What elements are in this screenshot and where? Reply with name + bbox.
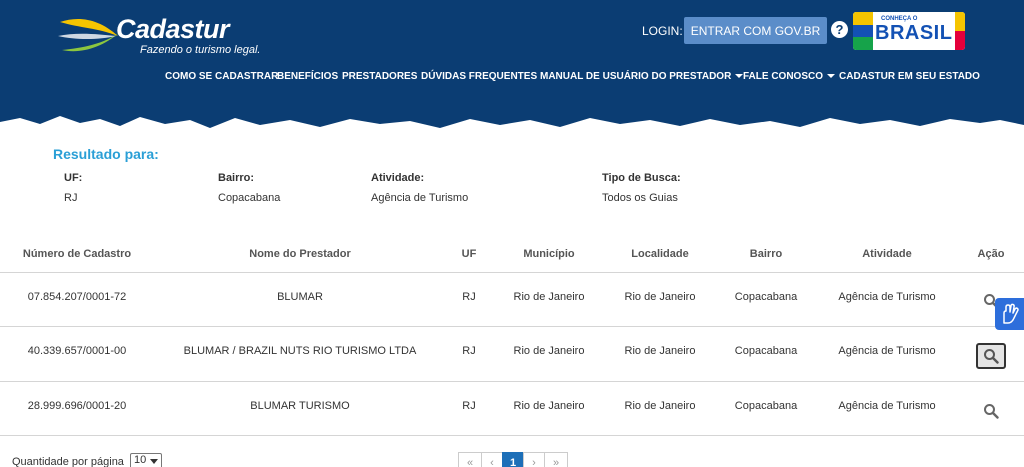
bairro-label: Bairro: xyxy=(218,172,255,184)
uf-label: UF: xyxy=(64,172,83,184)
chevron-down-icon xyxy=(827,74,836,79)
nav-duvidas-frequentes[interactable]: DÚVIDAS FREQUENTES xyxy=(421,71,537,82)
brasil-flag-stripes-right-icon xyxy=(955,12,965,50)
cell-municipio: Rio de Janeiro xyxy=(513,400,585,412)
help-icon[interactable]: ? xyxy=(831,21,848,38)
view-details-button[interactable] xyxy=(976,343,1006,369)
pagination-page-1[interactable]: 1 xyxy=(502,452,524,467)
cell-bairro: Copacabana xyxy=(734,345,798,357)
col-header-acao: Ação xyxy=(977,248,1005,260)
uf-value: RJ xyxy=(64,192,78,204)
nav-cadastur-em-seu-estado[interactable]: CADASTUR EM SEU ESTADO xyxy=(839,71,980,82)
logo-name[interactable]: Cadastur xyxy=(116,14,230,45)
cell-localidade: Rio de Janeiro xyxy=(624,345,696,357)
cell-nome-prestador: BLUMAR / BRAZIL NUTS RIO TURISMO LTDA xyxy=(183,345,417,357)
cell-uf: RJ xyxy=(462,400,476,412)
col-header-atividade[interactable]: Atividade xyxy=(827,248,947,260)
pagination-first-button[interactable]: « xyxy=(458,452,482,467)
pagination-last-button[interactable]: » xyxy=(544,452,568,467)
tipo-busca-label: Tipo de Busca: xyxy=(602,172,681,184)
cell-localidade: Rio de Janeiro xyxy=(624,291,696,303)
atividade-value: Agência de Turismo xyxy=(371,192,469,204)
cell-municipio: Rio de Janeiro xyxy=(513,345,585,357)
per-page-label: Quantidade por página xyxy=(12,456,124,467)
nav-fale-conosco-label: FALE CONOSCO xyxy=(743,71,824,82)
cell-municipio: Rio de Janeiro xyxy=(513,291,585,303)
cell-bairro: Copacabana xyxy=(734,291,798,303)
cell-uf: RJ xyxy=(462,345,476,357)
cell-atividade: Agência de Turismo xyxy=(838,400,936,412)
cell-nome-prestador: BLUMAR xyxy=(277,291,323,303)
atividade-label: Atividade: xyxy=(371,172,425,184)
per-page-select[interactable]: 10 xyxy=(130,453,162,467)
table-divider xyxy=(0,435,1024,436)
col-header-municipio[interactable]: Município xyxy=(505,248,593,260)
result-title: Resultado para: xyxy=(53,146,159,162)
logo-tagline: Fazendo o turismo legal. xyxy=(140,44,261,56)
pagination-prev-button[interactable]: ‹ xyxy=(481,452,503,467)
nav-manual-label: MANUAL DE USUÁRIO DO PRESTADOR xyxy=(540,71,732,82)
pagination-next-button[interactable]: › xyxy=(523,452,545,467)
nav-como-se-cadastrar[interactable]: COMO SE CADASTRAR xyxy=(165,71,278,82)
search-icon xyxy=(984,404,999,419)
cell-numero-cadastro: 07.854.207/0001-72 xyxy=(27,291,127,303)
per-page-value: 10 xyxy=(134,454,147,466)
brasil-big-text: BRASIL xyxy=(875,22,953,44)
table-divider xyxy=(0,381,1024,382)
cell-atividade: Agência de Turismo xyxy=(838,345,936,357)
vlibras-accessibility-button[interactable] xyxy=(995,298,1024,330)
col-header-numero-cadastro[interactable]: Número de Cadastro xyxy=(12,248,142,260)
view-details-button[interactable] xyxy=(976,398,1006,424)
tipo-busca-value: Todos os Guias xyxy=(602,192,678,204)
brasil-flag-stripes-icon xyxy=(853,12,873,50)
nav-manual-dropdown[interactable]: MANUAL DE USUÁRIO DO PRESTADOR xyxy=(540,71,744,82)
site-header: Cadastur Fazendo o turismo legal. LOGIN:… xyxy=(0,0,1024,135)
cell-numero-cadastro: 28.999.696/0001-20 xyxy=(27,400,127,412)
col-header-bairro[interactable]: Bairro xyxy=(725,248,807,260)
cell-nome-prestador: BLUMAR TURISMO xyxy=(250,400,350,412)
col-header-nome-prestador[interactable]: Nome do Prestador xyxy=(200,248,400,260)
govbr-login-button[interactable]: ENTRAR COM GOV.BR xyxy=(684,17,827,44)
chevron-down-icon xyxy=(150,459,158,464)
nav-fale-conosco-dropdown[interactable]: FALE CONOSCO xyxy=(743,71,836,82)
cell-atividade: Agência de Turismo xyxy=(838,291,936,303)
main-nav: COMO SE CADASTRAR BENEFÍCIOS PRESTADORES… xyxy=(0,71,1024,85)
search-icon xyxy=(984,349,999,364)
col-header-localidade[interactable]: Localidade xyxy=(615,248,705,260)
bairro-value: Copacabana xyxy=(218,192,281,204)
login-label: LOGIN: xyxy=(642,24,683,38)
nav-beneficios[interactable]: BENEFÍCIOS xyxy=(277,71,338,82)
cell-localidade: Rio de Janeiro xyxy=(624,400,696,412)
col-header-uf[interactable]: UF xyxy=(452,248,486,260)
table-divider xyxy=(0,272,1024,273)
sign-language-icon xyxy=(1002,303,1019,324)
conheca-o-brasil-banner[interactable]: CONHEÇA O BRASIL xyxy=(853,12,965,50)
cell-numero-cadastro: 40.339.657/0001-00 xyxy=(27,345,127,357)
brush-stroke-divider xyxy=(0,116,1024,135)
nav-prestadores[interactable]: PRESTADORES xyxy=(342,71,417,82)
table-divider xyxy=(0,326,1024,327)
cell-uf: RJ xyxy=(462,291,476,303)
cell-bairro: Copacabana xyxy=(734,400,798,412)
